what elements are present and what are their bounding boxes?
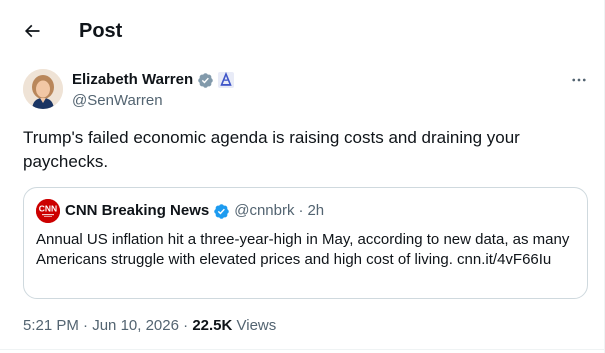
quoted-author-name: CNN Breaking News <box>65 202 210 219</box>
verified-badge-icon[interactable] <box>197 72 214 89</box>
post-page: Post Elizabeth Warren @SenWarren Trump's… <box>0 0 605 353</box>
author-names: Elizabeth Warren @SenWarren <box>72 70 235 111</box>
post-meta: 5:21 PM · Jun 10, 2026 · 22.5K Views <box>23 316 276 336</box>
quoted-post-text: Annual US inflation hit a three-year-hig… <box>36 231 570 268</box>
meta-separator: · <box>298 202 304 219</box>
quoted-post[interactable]: CNN CNN Breaking News @cnnbrk · 2h Annua… <box>23 187 588 299</box>
verified-badge-icon <box>213 203 230 220</box>
avatar[interactable] <box>23 69 63 109</box>
post-header: Post <box>0 0 604 62</box>
more-horizontal-icon <box>572 78 586 82</box>
cnn-logo-text: CNN <box>39 204 57 214</box>
quoted-post-header: CNN CNN Breaking News @cnnbrk · 2h <box>36 199 325 223</box>
quoted-post-time: 2h <box>307 202 325 219</box>
arrow-left-icon <box>24 24 40 38</box>
views-label: Views <box>236 317 277 334</box>
views-count: 22.5K <box>192 317 233 334</box>
cnn-logo: CNN <box>36 199 60 223</box>
us-senate-badge-icon[interactable] <box>218 72 235 88</box>
quoted-author-handle: @cnnbrk <box>234 202 295 219</box>
meta-separator: · <box>183 317 189 334</box>
more-options-button[interactable] <box>567 68 591 92</box>
post-time[interactable]: 5:21 PM <box>23 317 79 334</box>
author-handle[interactable]: @SenWarren <box>72 91 234 111</box>
tweet-text: Trump's failed economic agenda is raisin… <box>23 128 520 171</box>
author-name[interactable]: Elizabeth Warren <box>72 70 193 90</box>
back-button[interactable] <box>18 17 46 45</box>
meta-separator: · <box>83 317 89 334</box>
avatar-image <box>23 69 63 109</box>
tweet-author: Elizabeth Warren @SenWarren <box>23 68 593 114</box>
page-title: Post <box>79 20 123 42</box>
post-date[interactable]: Jun 10, 2026 <box>92 317 179 334</box>
divider <box>0 349 604 350</box>
